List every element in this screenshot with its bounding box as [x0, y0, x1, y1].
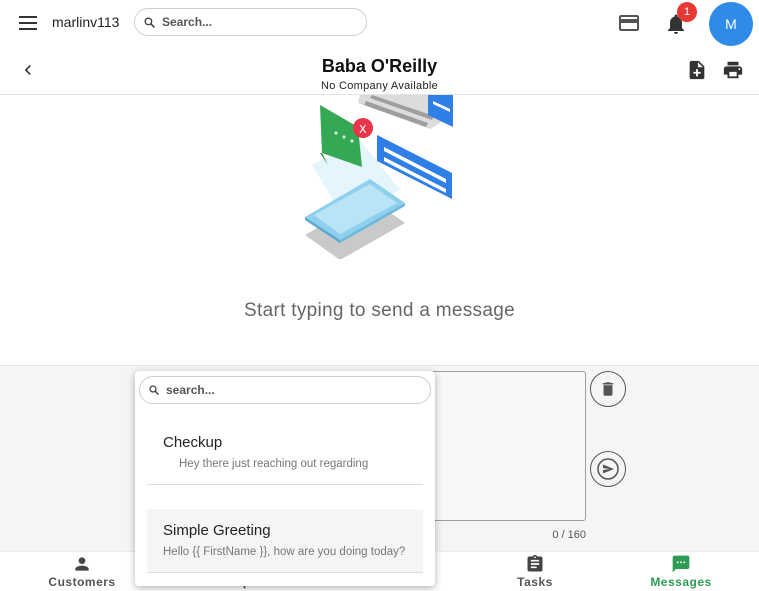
- username-label: marlinv113: [52, 14, 120, 30]
- global-search[interactable]: [134, 8, 367, 36]
- print-icon[interactable]: [722, 59, 744, 81]
- empty-message-text: Start typing to send a message: [244, 300, 515, 321]
- template-title: Checkup: [163, 434, 223, 451]
- credit-card-icon[interactable]: [617, 11, 641, 35]
- send-message-button[interactable]: [590, 451, 626, 487]
- clear-message-button[interactable]: [590, 371, 626, 407]
- character-counter: 0 / 160: [552, 529, 586, 541]
- message-textarea[interactable]: [428, 371, 586, 521]
- template-preview: Hey there just reaching out regarding: [179, 458, 369, 470]
- svg-text:X: X: [359, 123, 367, 136]
- nav-label: Messages: [650, 575, 712, 589]
- conversation-header: Baba O'Reilly No Company Available: [0, 46, 759, 95]
- trash-icon: [602, 382, 614, 396]
- template-item-simple-greeting[interactable]: Simple Greeting Hello {{ FirstName }}, h…: [147, 509, 423, 573]
- nav-item-tasks[interactable]: Tasks: [480, 554, 590, 591]
- nav-item-customers[interactable]: Customers: [27, 554, 137, 591]
- chat-icon: [672, 555, 690, 573]
- person-icon: [75, 557, 89, 571]
- global-search-input[interactable]: [162, 15, 352, 29]
- contact-company: No Company Available: [320, 80, 439, 92]
- message-list: X Start typing to send a message: [0, 95, 759, 366]
- empty-messages-illustration: X: [305, 95, 453, 259]
- nav-label: Customers: [48, 575, 116, 589]
- send-icon: [597, 458, 619, 480]
- search-icon: [149, 385, 160, 396]
- contact-name: Baba O'Reilly: [321, 56, 438, 76]
- top-app-bar: marlinv113 1 M: [0, 0, 759, 46]
- clipboard-icon: [527, 554, 543, 572]
- menu-icon[interactable]: [16, 12, 40, 34]
- template-item-checkup[interactable]: Checkup Hey there just reaching out rega…: [147, 423, 423, 485]
- template-search-input[interactable]: [166, 383, 416, 397]
- template-search[interactable]: [139, 376, 431, 404]
- search-icon: [144, 16, 155, 28]
- avatar[interactable]: M: [709, 2, 753, 46]
- template-preview: Hello {{ FirstName }}, how are you doing…: [163, 546, 406, 558]
- template-picker-popup: Checkup Hey there just reaching out rega…: [135, 371, 435, 586]
- nav-item-messages[interactable]: Messages: [626, 554, 736, 591]
- nav-label: Tasks: [517, 575, 553, 589]
- template-title: Simple Greeting: [163, 522, 271, 539]
- notification-badge: 1: [677, 2, 697, 22]
- new-document-icon[interactable]: [686, 58, 708, 82]
